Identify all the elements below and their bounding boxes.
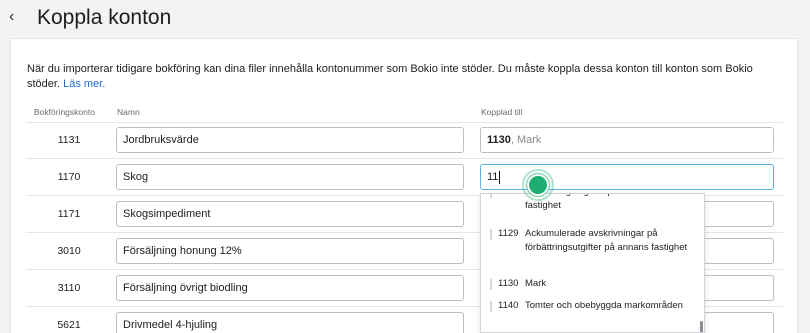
option-marker <box>490 194 492 198</box>
account-name-input[interactable]: Drivmedel 4-hjuling <box>116 312 464 333</box>
mapped-account-input[interactable]: 1130, Mark <box>480 127 774 153</box>
option-marker <box>490 229 492 240</box>
account-number: 1170 <box>57 171 81 183</box>
page-header: ‹ Koppla konton <box>0 0 810 38</box>
option-code: 1120 <box>498 194 518 199</box>
row-divider <box>26 122 783 123</box>
read-more-link[interactable]: Läs mer. <box>63 78 105 90</box>
account-name-input[interactable]: Jordbruksvärde <box>116 127 464 153</box>
account-number: 3010 <box>57 245 81 257</box>
account-suggestion-dropdown[interactable]: 1120 Förbättringsutgifter på annans fast… <box>480 193 705 333</box>
column-header-name: Namn <box>117 107 140 117</box>
option-code: 1130 <box>498 278 519 289</box>
option-code: 1129 <box>498 228 519 239</box>
account-number: 3110 <box>57 282 81 294</box>
option-marker <box>490 301 492 312</box>
back-chevron-icon[interactable]: ‹ <box>9 6 25 28</box>
option-marker <box>490 279 492 290</box>
option-label: Ackumulerade avskrivningar på förbättrin… <box>525 228 688 253</box>
account-name-input[interactable]: Försäljning honung 12% <box>116 238 464 264</box>
account-name-input[interactable]: Försäljning övrigt biodling <box>116 275 464 301</box>
option-label: Mark <box>525 278 547 289</box>
column-header-account: Bokföringskonto <box>34 107 95 117</box>
account-number: 1131 <box>57 134 81 146</box>
mapped-code: 1130 <box>487 134 511 146</box>
dropdown-scrollbar[interactable] <box>700 321 703 332</box>
row-divider <box>26 158 783 159</box>
typed-query: 11 <box>487 171 499 183</box>
option-code: 1140 <box>498 300 519 311</box>
account-name-input[interactable]: Skogsimpediment <box>116 201 464 227</box>
account-number: 5621 <box>57 319 81 331</box>
column-header-mapped: Kopplad till <box>481 107 523 117</box>
click-indicator-icon <box>522 169 554 201</box>
page-title: Koppla konton <box>37 6 172 29</box>
account-number: 1171 <box>57 208 81 220</box>
text-caret <box>499 170 501 184</box>
intro-body: När du importerar tidigare bokföring kan… <box>27 63 753 90</box>
account-name-input[interactable]: Skog <box>116 164 464 190</box>
intro-text: När du importerar tidigare bokföring kan… <box>27 62 772 91</box>
mapped-account-name: , Mark <box>510 134 542 146</box>
option-label: Tomter och obebyggda markområden <box>525 300 683 311</box>
